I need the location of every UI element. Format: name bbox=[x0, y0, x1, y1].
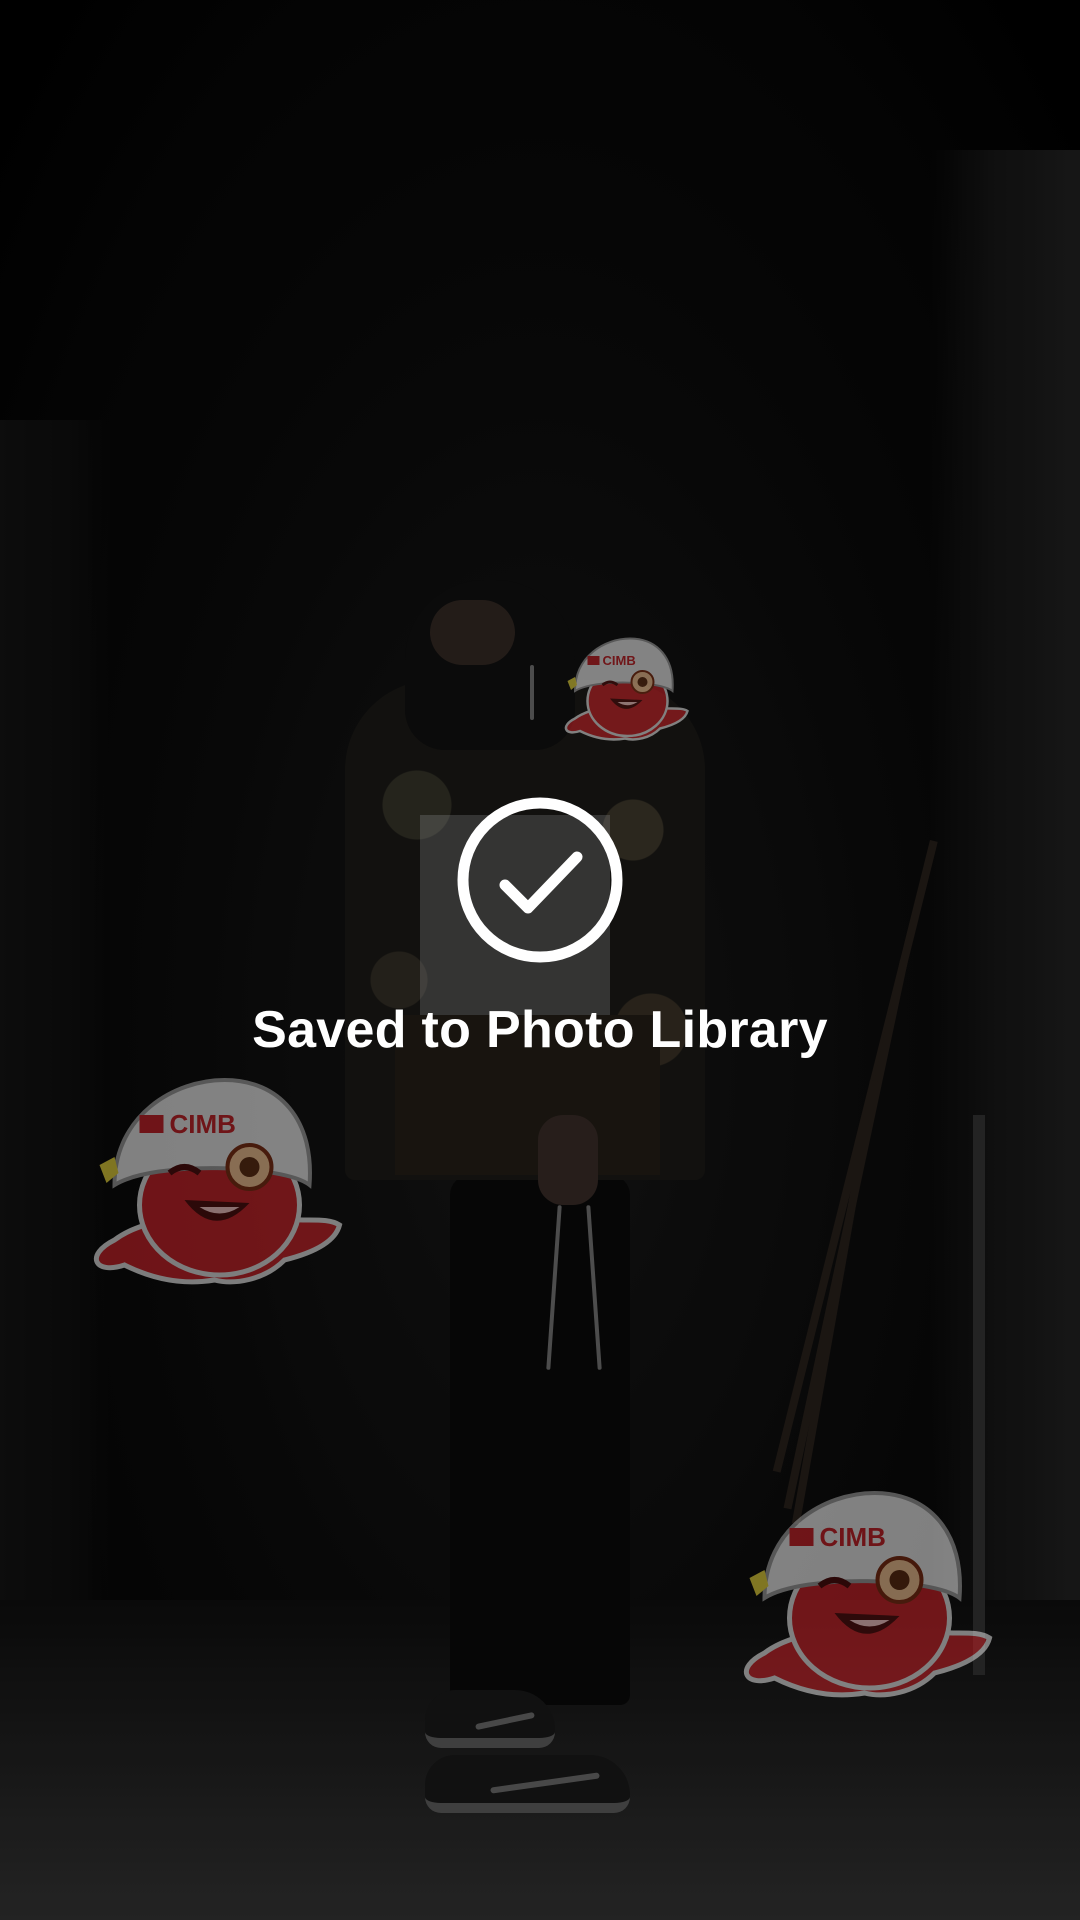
svg-text:CIMB: CIMB bbox=[170, 1109, 236, 1139]
sticker-octopus-small[interactable]: CIMB bbox=[560, 635, 690, 747]
octopus-mascot-icon: CIMB bbox=[564, 637, 689, 741]
svg-text:CIMB: CIMB bbox=[603, 653, 636, 668]
sticker-octopus-right[interactable]: CIMB bbox=[732, 1488, 997, 1708]
octopus-mascot-icon: CIMB bbox=[93, 1077, 343, 1285]
octopus-mascot-icon: CIMB bbox=[743, 1490, 993, 1698]
svg-text:CIMB: CIMB bbox=[820, 1522, 886, 1552]
sticker-octopus-left[interactable]: CIMB bbox=[82, 1075, 347, 1295]
saved-message: Saved to Photo Library bbox=[252, 1001, 828, 1059]
screen: CIMB CIMB CIMB Saved to Photo Library bbox=[0, 0, 1080, 1920]
checkmark-circle-icon bbox=[455, 795, 625, 965]
